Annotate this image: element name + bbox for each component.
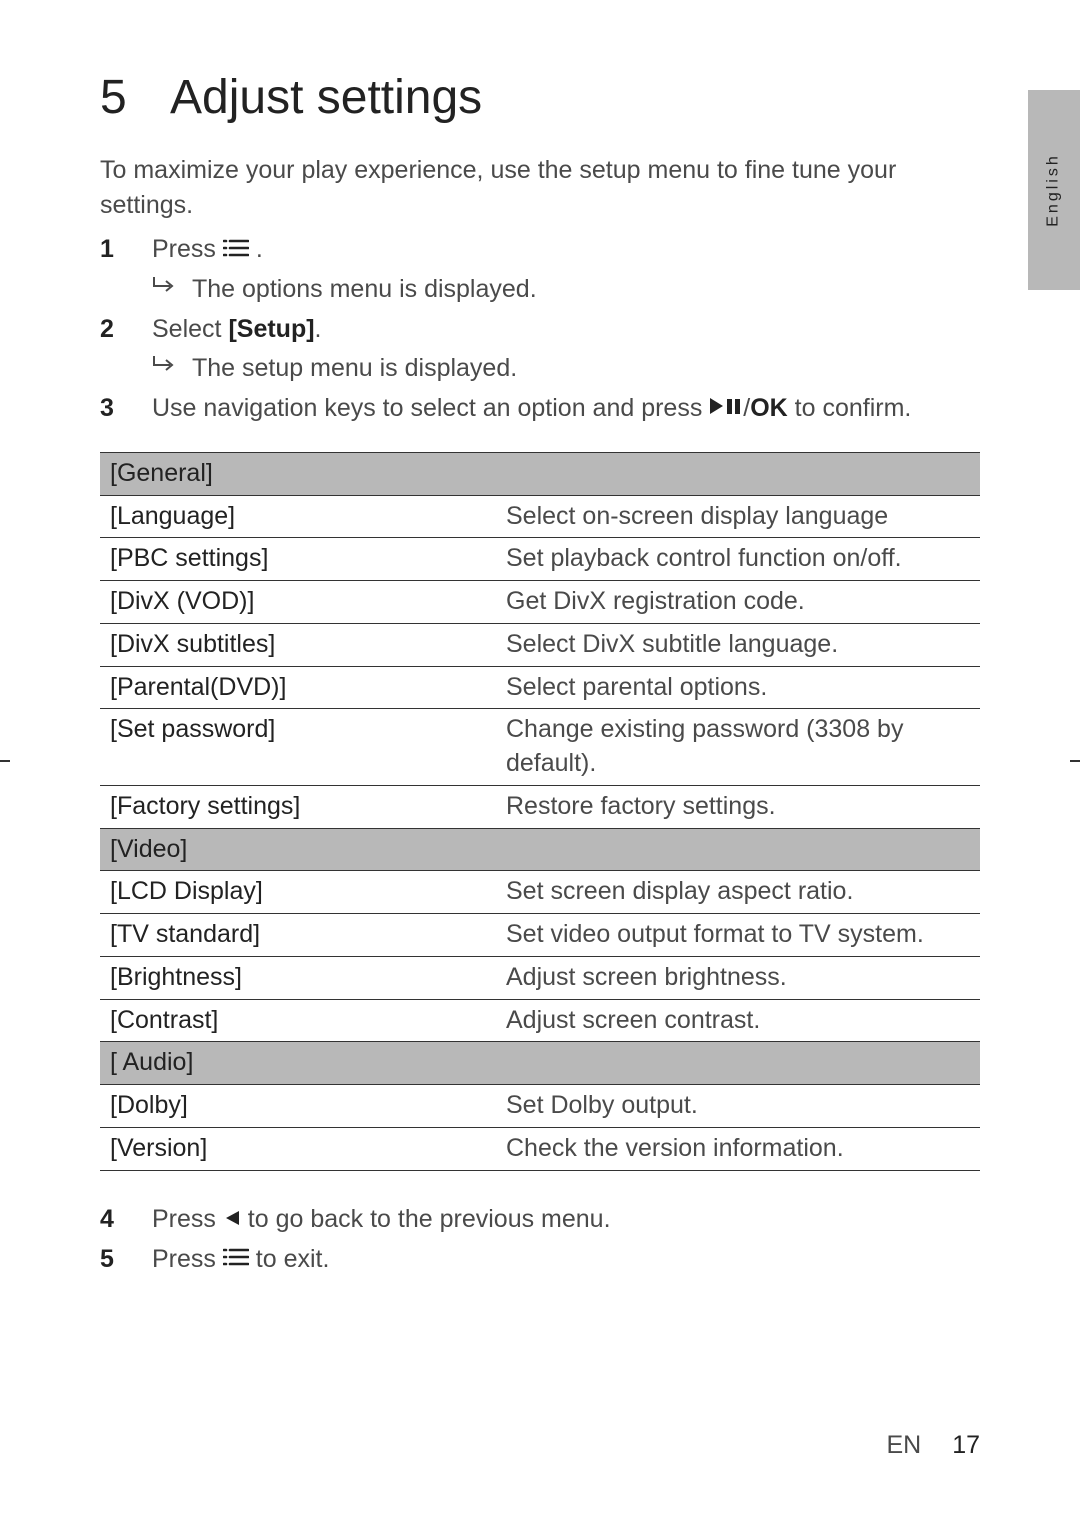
- setting-label: [DivX subtitles]: [100, 623, 496, 666]
- step-number: 4: [100, 1201, 152, 1239]
- menu-list-icon: [223, 1241, 249, 1279]
- setting-label: [Contrast]: [100, 999, 496, 1042]
- intro-text: To maximize your play experience, use th…: [100, 153, 980, 223]
- step-4: 4 Press to go back to the previous menu.: [100, 1201, 980, 1239]
- result-arrow-icon: [152, 350, 192, 388]
- table-header-cell: [Video]: [100, 828, 980, 871]
- footer-page-number: 17: [952, 1431, 980, 1459]
- result-arrow-icon: [152, 271, 192, 309]
- step-text: to exit.: [249, 1245, 330, 1273]
- step-text: to go back to the previous menu.: [241, 1205, 611, 1233]
- setting-description: Adjust screen contrast.: [496, 999, 980, 1042]
- play-pause-icon: [709, 390, 743, 428]
- table-row: [Brightness]Adjust screen brightness.: [100, 956, 980, 999]
- setting-description: Select parental options.: [496, 666, 980, 709]
- setting-label: [PBC settings]: [100, 538, 496, 581]
- table-row: [Factory settings]Restore factory settin…: [100, 785, 980, 828]
- setting-description: Select on-screen display language: [496, 495, 980, 538]
- step-text: Select: [152, 315, 228, 343]
- steps-top: 1 Press . The options menu is displayed.…: [100, 231, 980, 428]
- setting-label: [LCD Display]: [100, 871, 496, 914]
- step-text: to confirm.: [788, 394, 912, 422]
- step-text: Use navigation keys to select an option …: [152, 394, 709, 422]
- steps-bottom: 4 Press to go back to the previous menu.…: [100, 1201, 980, 1279]
- step-5: 5 Press to exit.: [100, 1241, 980, 1279]
- setting-description: Set video output format to TV system.: [496, 914, 980, 957]
- setting-label: [Language]: [100, 495, 496, 538]
- page-footer: EN 17: [887, 1431, 981, 1460]
- footer-lang: EN: [887, 1431, 922, 1459]
- step-sub-text: The options menu is displayed.: [192, 271, 537, 309]
- step-number: 1: [100, 231, 152, 309]
- setting-label: [DivX (VOD)]: [100, 581, 496, 624]
- table-section-header: [Video]: [100, 828, 980, 871]
- setting-label: [Set password]: [100, 709, 496, 786]
- table-row: [DivX (VOD)]Get DivX registration code.: [100, 581, 980, 624]
- step-text: Press: [152, 235, 223, 263]
- setting-description: Change existing password (3308 by defaul…: [496, 709, 980, 786]
- table-row: [LCD Display]Set screen display aspect r…: [100, 871, 980, 914]
- setting-description: Restore factory settings.: [496, 785, 980, 828]
- step-sub-text: The setup menu is displayed.: [192, 350, 517, 388]
- step-text: Press: [152, 1205, 223, 1233]
- table-section-header: [General]: [100, 452, 980, 495]
- step-2: 2 Select [Setup]. The setup menu is disp…: [100, 311, 980, 388]
- table-row: [PBC settings]Set playback control funct…: [100, 538, 980, 581]
- setting-description: Set playback control function on/off.: [496, 538, 980, 581]
- table-header-cell: [General]: [100, 452, 980, 495]
- menu-list-icon: [223, 232, 249, 270]
- setting-label: [TV standard]: [100, 914, 496, 957]
- table-row: [Dolby]Set Dolby output.: [100, 1085, 980, 1128]
- ok-label: OK: [750, 394, 788, 422]
- table-header-cell: [ Audio]: [100, 1042, 980, 1085]
- step-bold: [Setup]: [228, 315, 314, 343]
- section-title-text: Adjust settings: [170, 71, 482, 124]
- setting-description: Set screen display aspect ratio.: [496, 871, 980, 914]
- setting-description: Check the version information.: [496, 1127, 980, 1170]
- step-number: 3: [100, 390, 152, 428]
- step-text: .: [315, 315, 322, 343]
- step-text: .: [256, 235, 263, 263]
- setting-description: Get DivX registration code.: [496, 581, 980, 624]
- table-section-header: [ Audio]: [100, 1042, 980, 1085]
- setting-label: [Parental(DVD)]: [100, 666, 496, 709]
- setting-label: [Brightness]: [100, 956, 496, 999]
- setting-description: Select DivX subtitle language.: [496, 623, 980, 666]
- setting-label: [Version]: [100, 1127, 496, 1170]
- step-number: 2: [100, 311, 152, 388]
- table-row: [Contrast]Adjust screen contrast.: [100, 999, 980, 1042]
- table-row: [Parental(DVD)]Select parental options.: [100, 666, 980, 709]
- setting-description: Adjust screen brightness.: [496, 956, 980, 999]
- table-row: [TV standard]Set video output format to …: [100, 914, 980, 957]
- section-heading: 5Adjust settings: [100, 70, 980, 125]
- table-row: [DivX subtitles]Select DivX subtitle lan…: [100, 623, 980, 666]
- step-3: 3 Use navigation keys to select an optio…: [100, 390, 980, 428]
- table-row: [Set password]Change existing password (…: [100, 709, 980, 786]
- step-text: Press: [152, 1245, 223, 1273]
- setting-label: [Dolby]: [100, 1085, 496, 1128]
- table-row: [Language]Select on-screen display langu…: [100, 495, 980, 538]
- section-number: 5: [100, 70, 170, 125]
- left-triangle-icon: [223, 1201, 241, 1239]
- step-1: 1 Press . The options menu is displayed.: [100, 231, 980, 309]
- step-number: 5: [100, 1241, 152, 1279]
- setting-label: [Factory settings]: [100, 785, 496, 828]
- setting-description: Set Dolby output.: [496, 1085, 980, 1128]
- settings-table: [General][Language]Select on-screen disp…: [100, 452, 980, 1171]
- table-row: [Version]Check the version information.: [100, 1127, 980, 1170]
